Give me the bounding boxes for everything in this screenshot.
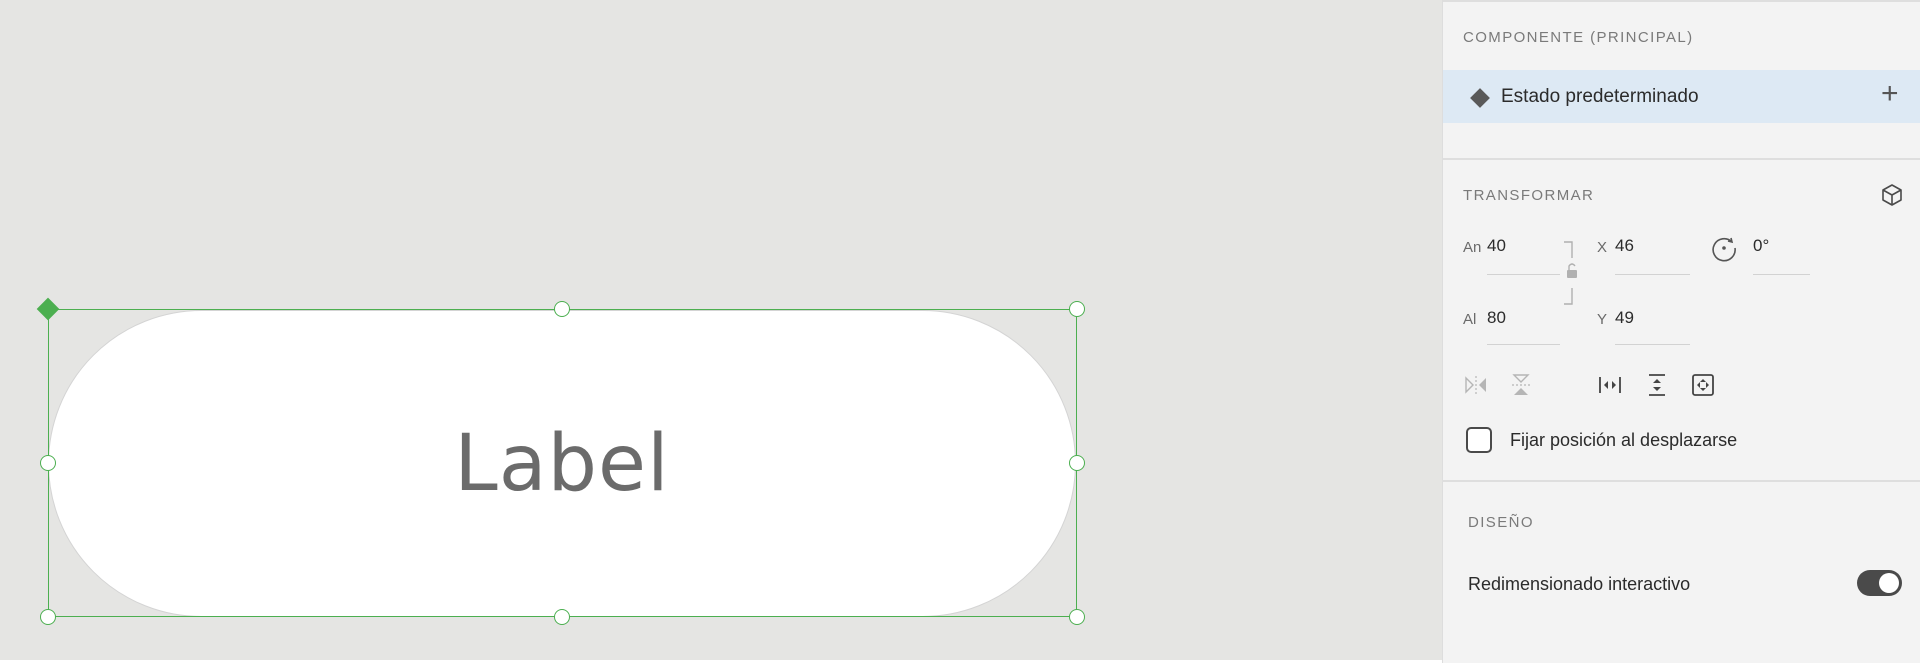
fit-content-icon[interactable] (1689, 371, 1717, 399)
flip-vertical-icon[interactable] (1507, 371, 1535, 399)
property-inspector: COMPONENTE (PRINCIPAL) Estado predetermi… (1442, 0, 1920, 663)
section-divider (1442, 480, 1920, 482)
flip-horizontal-icon[interactable] (1462, 371, 1490, 399)
resize-handle-bottom[interactable] (554, 609, 570, 625)
section-divider (1443, 158, 1920, 160)
responsive-resize-label: Redimensionado interactivo (1468, 574, 1691, 594)
x-label: X (1597, 239, 1608, 256)
pill-button-component[interactable]: Label (48, 310, 1076, 617)
y-input[interactable]: 49 (1615, 308, 1634, 328)
height-input[interactable]: 80 (1487, 308, 1506, 328)
component-state-icon (1470, 88, 1490, 108)
app-window: Label COMPONENTE (PRINCIPAL) Estado pred… (0, 0, 1920, 663)
resize-handle-bottom-left[interactable] (40, 609, 56, 625)
fix-position-checkbox[interactable] (1466, 427, 1492, 453)
responsive-resize-toggle[interactable] (1857, 570, 1902, 596)
resize-handle-right[interactable] (1069, 455, 1085, 471)
rotation-input-underline (1753, 274, 1810, 275)
panel-top-divider (1443, 0, 1920, 2)
design-section-title: DISEÑO (1468, 514, 1534, 531)
distribute-horizontal-icon[interactable] (1596, 371, 1624, 399)
resize-handle-top-right[interactable] (1069, 301, 1085, 317)
state-row-default[interactable]: Estado predeterminado + (1443, 70, 1920, 123)
resize-handle-left[interactable] (40, 455, 56, 471)
fix-position-label: Fijar posición al desplazarse (1510, 430, 1738, 450)
plus-icon[interactable]: + (1881, 79, 1899, 109)
resize-handle-top[interactable] (554, 301, 570, 317)
lock-icon[interactable] (1558, 240, 1580, 306)
state-label: Estado predeterminado (1501, 86, 1699, 107)
resize-handle-bottom-right[interactable] (1069, 609, 1085, 625)
distribute-vertical-icon[interactable] (1643, 371, 1671, 399)
width-input[interactable]: 40 (1487, 236, 1506, 256)
width-input-underline (1487, 274, 1560, 275)
transform-section-title: TRANSFORMAR (1463, 187, 1595, 204)
width-label: An (1463, 239, 1482, 256)
cube-icon[interactable] (1879, 182, 1905, 208)
x-input-underline (1615, 274, 1690, 275)
y-label: Y (1597, 311, 1608, 328)
height-input-underline (1487, 344, 1560, 345)
x-input[interactable]: 46 (1615, 236, 1634, 256)
design-canvas[interactable]: Label (0, 0, 1442, 660)
rotate-icon (1712, 237, 1736, 262)
toggle-knob (1879, 573, 1899, 593)
component-label-text: Label (454, 418, 670, 509)
component-section-title: COMPONENTE (PRINCIPAL) (1463, 29, 1694, 46)
y-input-underline (1615, 344, 1690, 345)
height-label: Al (1463, 311, 1477, 328)
rotation-input[interactable]: 0° (1753, 236, 1769, 256)
